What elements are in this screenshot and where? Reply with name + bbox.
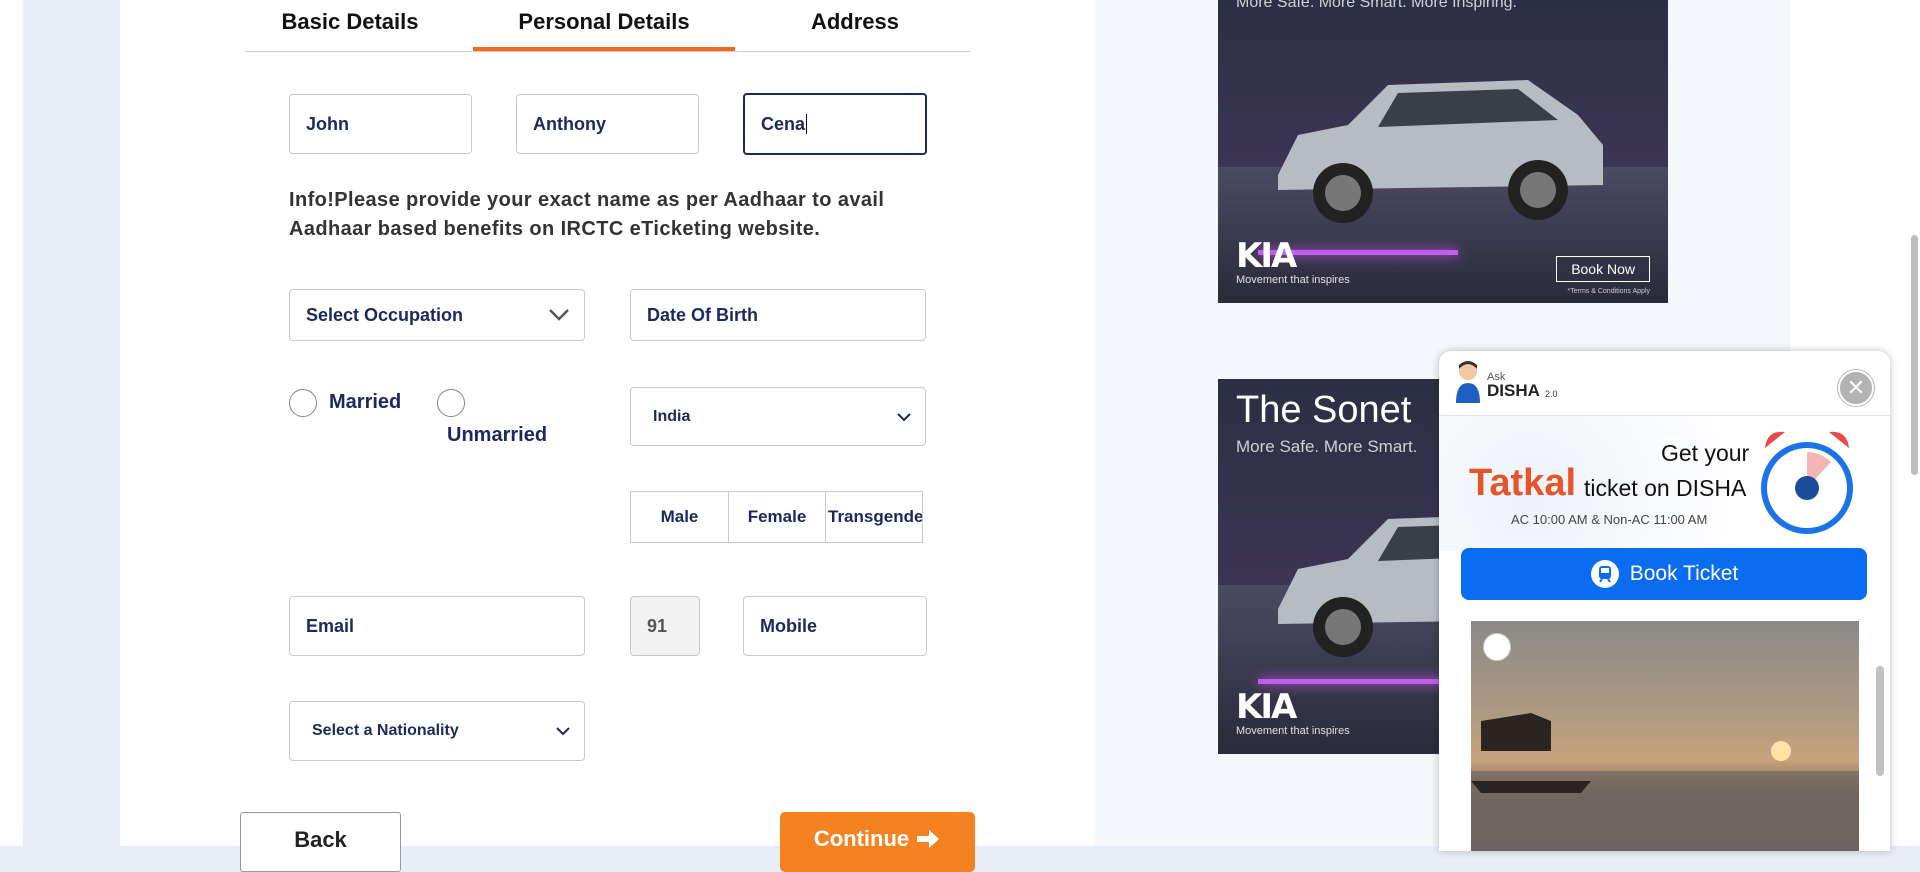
- book-ticket-button[interactable]: Book Ticket: [1461, 548, 1867, 600]
- text-cursor: [806, 114, 808, 134]
- first-name-field[interactable]: John: [289, 94, 472, 154]
- disha-header: Ask DISHA 2.0 ✕: [1439, 351, 1890, 416]
- tab-personal-details[interactable]: Personal Details: [473, 0, 735, 51]
- chevron-down-icon: [549, 309, 569, 321]
- tab-basic-details[interactable]: Basic Details: [250, 0, 450, 51]
- last-name-value: Cena: [761, 113, 806, 134]
- ad-headline: More Safe. More Smart.: [1236, 437, 1418, 456]
- ad-tagline: Movement that inspires: [1236, 274, 1350, 286]
- ad-fineprint: *Terms & Conditions Apply: [1567, 288, 1650, 295]
- book-now-button[interactable]: Book Now: [1556, 256, 1650, 282]
- disha-scrollbar[interactable]: [1876, 666, 1884, 776]
- nationality-select[interactable]: Select a Nationality: [289, 701, 585, 761]
- dob-placeholder: Date Of Birth: [647, 304, 759, 325]
- chevron-down-icon: [897, 412, 911, 421]
- chevron-down-icon: [556, 727, 570, 736]
- occupation-dropdown[interactable]: Select Occupation: [289, 289, 585, 341]
- unmarried-radio[interactable]: [437, 389, 465, 417]
- nationality-placeholder: Select a Nationality: [312, 722, 459, 739]
- occupation-placeholder: Select Occupation: [306, 304, 464, 325]
- email-placeholder: Email: [306, 615, 355, 636]
- last-name-field[interactable]: Cena: [743, 93, 927, 155]
- gender-male-option[interactable]: Male: [630, 491, 729, 543]
- kia-logo: KIA: [1236, 236, 1297, 276]
- disha-version: 2.0: [1545, 389, 1558, 399]
- date-of-birth-field[interactable]: Date Of Birth: [630, 289, 926, 341]
- promo-get-your: Get your: [1661, 440, 1750, 466]
- first-name-value: John: [306, 113, 349, 134]
- disha-title: DISHA: [1487, 381, 1540, 400]
- promo-timings: AC 10:00 AM & Non-AC 11:00 AM: [1511, 512, 1708, 527]
- back-button[interactable]: Back: [240, 812, 401, 872]
- tatkal-promo: Get your Tatkal ticket on DISHA AC 10:00…: [1439, 416, 1890, 551]
- promo-tatkal: Tatkal: [1469, 462, 1577, 504]
- country-selected: India: [653, 407, 691, 425]
- gender-female-option[interactable]: Female: [728, 491, 826, 543]
- car-image: [1278, 80, 1603, 223]
- disha-chat-widget[interactable]: Ask DISHA 2.0 ✕ Get your Tatkal ticket o…: [1439, 351, 1890, 851]
- mobile-field[interactable]: Mobile: [743, 596, 927, 656]
- kia-logo: KIA: [1236, 687, 1297, 727]
- back-button-label: Back: [294, 827, 347, 852]
- arrow-right-icon: [917, 830, 940, 848]
- email-field[interactable]: Email: [289, 596, 585, 656]
- unmarried-label: Unmarried: [447, 424, 548, 446]
- tab-address[interactable]: Address: [755, 0, 955, 51]
- page-scrollbar[interactable]: [1911, 235, 1918, 475]
- disha-avatar-icon: [1456, 361, 1480, 403]
- country-code-value: 91: [647, 615, 668, 636]
- middle-name-field[interactable]: Anthony: [516, 94, 699, 154]
- country-code-field: 91: [630, 596, 700, 656]
- kia-ad-banner-1[interactable]: More Safe. More Smart. More Inspiring. K…: [1218, 0, 1668, 303]
- close-icon[interactable]: ✕: [1838, 370, 1874, 406]
- form-tabs: Basic Details Personal Details Address: [245, 0, 970, 52]
- ad-neon-light: [1258, 679, 1458, 684]
- continue-button[interactable]: Continue: [780, 812, 975, 872]
- middle-name-value: Anthony: [533, 113, 606, 134]
- married-label: Married: [329, 391, 402, 413]
- continue-button-label: Continue: [813, 826, 910, 851]
- irctc-logo-icon: [1483, 633, 1511, 661]
- ad-headline: More Safe. More Smart. More Inspiring.: [1236, 0, 1517, 11]
- sunset-river-image: [1471, 713, 1859, 851]
- page-left-margin: [0, 0, 23, 846]
- aadhaar-info-message: Info!Please provide your exact name as p…: [289, 189, 885, 240]
- promo-ticket-on-disha: ticket on DISHA: [1584, 475, 1747, 501]
- ad-title: The Sonet: [1236, 389, 1412, 431]
- gender-transgender-option[interactable]: Transgender: [825, 491, 923, 543]
- train-icon: [1590, 560, 1619, 588]
- book-ticket-label: Book Ticket: [1629, 562, 1739, 585]
- mobile-placeholder: Mobile: [760, 615, 817, 636]
- country-select[interactable]: India: [630, 387, 926, 446]
- promo-photo: [1471, 621, 1859, 851]
- irctc-logo-icon: [1795, 476, 1819, 500]
- alarm-clock-icon: [1761, 431, 1853, 534]
- ad-tagline: Movement that inspires: [1236, 725, 1350, 737]
- married-radio[interactable]: [289, 389, 317, 417]
